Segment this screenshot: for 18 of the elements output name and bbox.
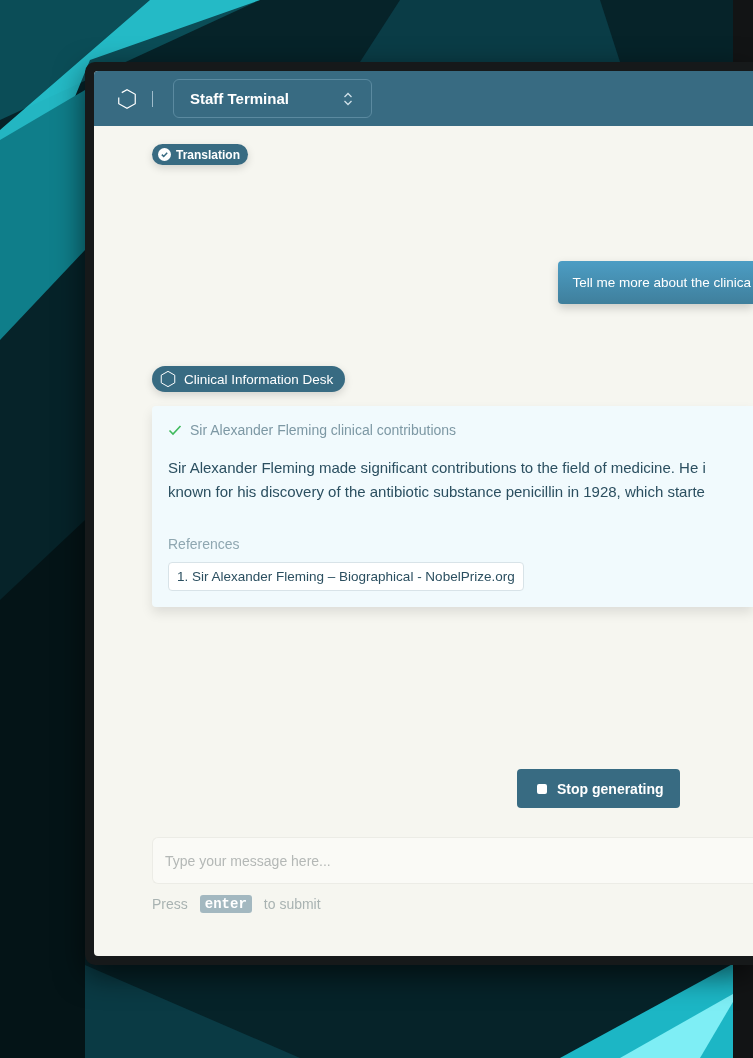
translation-badge[interactable]: Translation (152, 144, 248, 165)
hexagon-icon (159, 370, 177, 388)
logo-icon (116, 87, 138, 110)
chevron-updown-icon (343, 91, 353, 106)
stop-button[interactable]: Stop generating (517, 769, 680, 808)
hint-text: to submit (263, 896, 321, 912)
enter-key: enter (199, 895, 252, 913)
step-label: Sir Alexander Fleming clinical contributions (190, 422, 457, 438)
hint-text: Press (152, 896, 188, 912)
workspace-select[interactable]: Staff Terminal (173, 79, 372, 118)
user-message: Tell me more about the clinica (558, 261, 753, 304)
answer-text: Sir Alexander Fleming made significant contributions to the field of medicine. He i known for his discovery of the antibiotic substance penicillin in 1928, which starte (168, 458, 707, 502)
stop-icon (537, 783, 547, 794)
message-input[interactable]: Type your message here... (152, 837, 753, 884)
agent-badge: Clinical Information Desk (152, 366, 346, 392)
references-title: References (168, 536, 241, 552)
check-circle-icon (158, 148, 171, 161)
reference-link[interactable]: 1. Sir Alexander Fleming – Biographical - NobelPrize.org (168, 562, 524, 591)
